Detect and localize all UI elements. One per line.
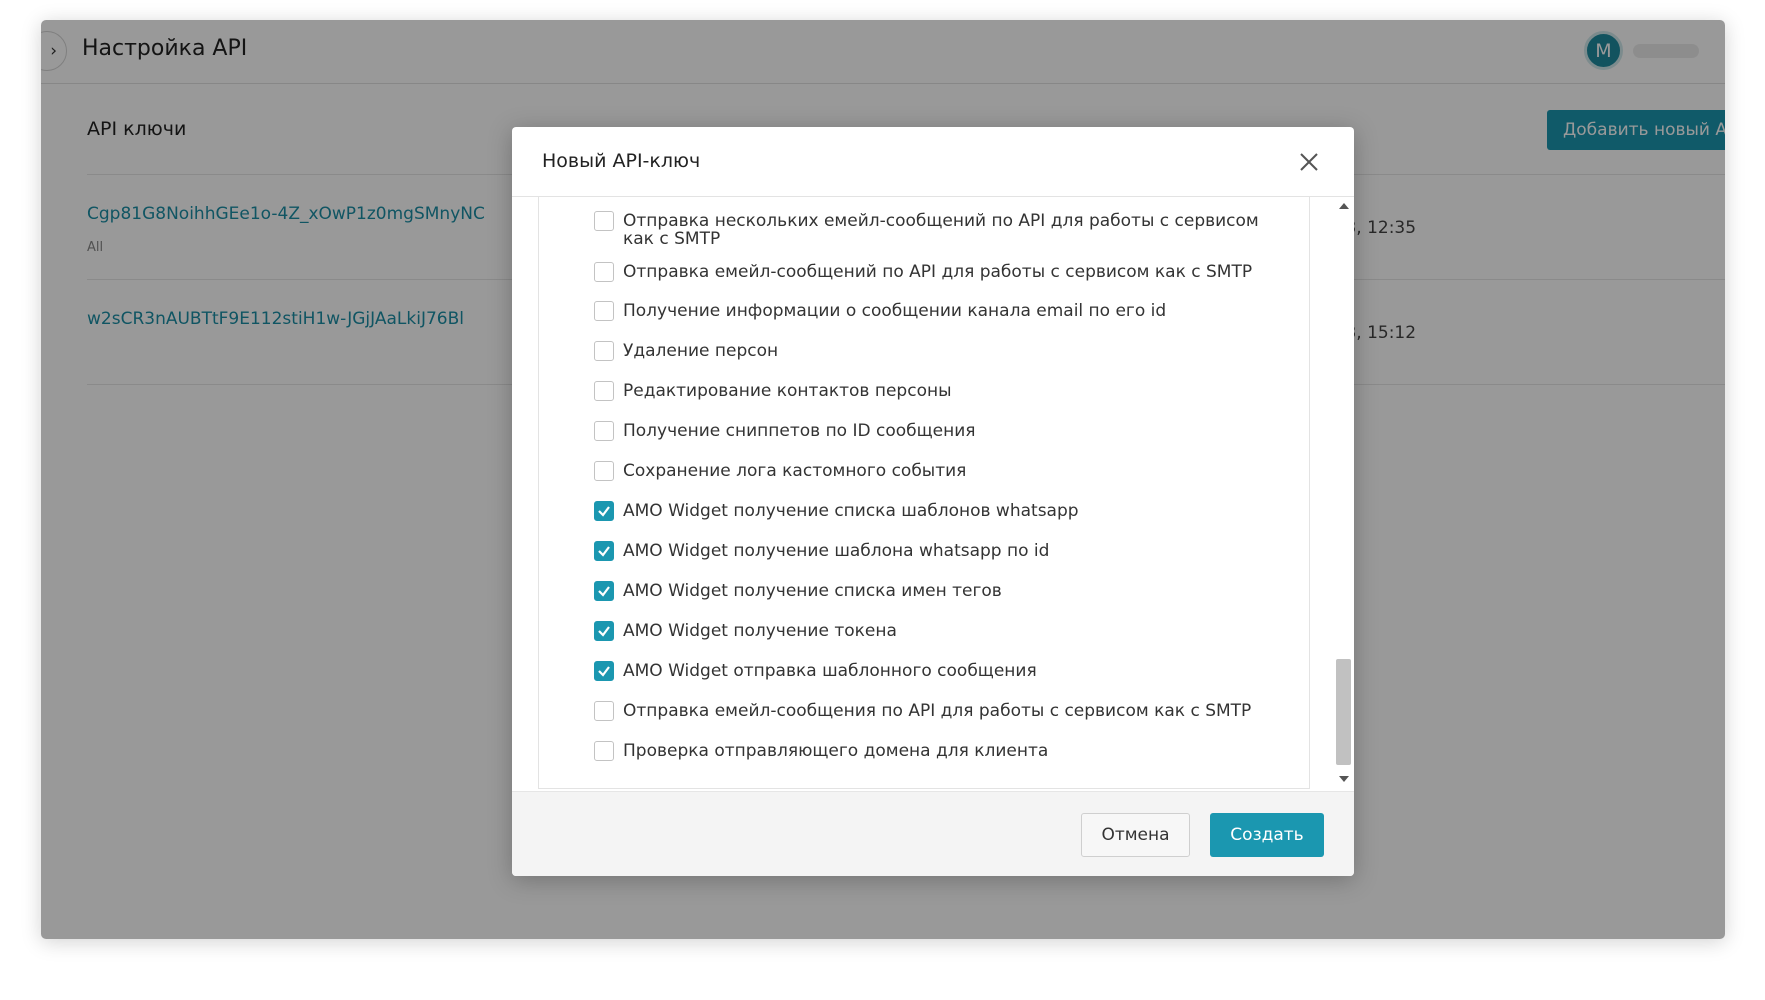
permission-label: Отправка нескольких емейл-сообщений по A…: [623, 211, 1259, 249]
permission-label: Проверка отправляющего домена для клиент…: [623, 741, 1049, 761]
checkbox-checked[interactable]: [594, 661, 614, 681]
permission-item[interactable]: Отправка емейл-сообщения по API для рабо…: [594, 699, 1294, 723]
permission-item[interactable]: Сохранение лога кастомного события: [594, 459, 1294, 483]
permission-item[interactable]: AMO Widget получение списка имен тегов: [594, 579, 1294, 603]
checkmark-icon: [598, 626, 610, 637]
permission-item[interactable]: Получение информации о сообщении канала …: [594, 299, 1294, 323]
checkmark-icon: [598, 666, 610, 677]
checkmark-icon: [598, 586, 610, 597]
permission-item[interactable]: AMO Widget получение списка шаблонов wha…: [594, 499, 1294, 523]
permission-label: Редактирование контактов персоны: [623, 381, 952, 401]
checkbox-unchecked[interactable]: [594, 341, 614, 361]
modal-footer: Отмена Создать: [512, 791, 1354, 876]
checkmark-icon: [598, 506, 610, 517]
permission-item[interactable]: Редактирование контактов персоны: [594, 379, 1294, 403]
app-window: › Настройка API M API ключи Добавить нов…: [41, 20, 1725, 939]
checkbox-unchecked[interactable]: [594, 461, 614, 481]
checkbox-unchecked[interactable]: [594, 701, 614, 721]
checkbox-unchecked[interactable]: [594, 741, 614, 761]
permission-label: Получение сниппетов по ID сообщения: [623, 421, 976, 441]
permission-label: AMO Widget получение списка шаблонов wha…: [623, 501, 1079, 521]
scroll-up-arrow-icon[interactable]: [1339, 203, 1349, 209]
checkbox-checked[interactable]: [594, 501, 614, 521]
close-icon: [1300, 153, 1318, 171]
scroll-down-arrow-icon[interactable]: [1339, 776, 1349, 782]
modal-close-button[interactable]: [1295, 148, 1323, 176]
permission-label: AMO Widget получение шаблона whatsapp по…: [623, 541, 1050, 561]
permission-item[interactable]: Получение сниппетов по ID сообщения: [594, 419, 1294, 443]
permission-label: Отправка емейл-сообщения по API для рабо…: [623, 701, 1252, 721]
modal-header: Новый API-ключ: [512, 127, 1354, 197]
new-api-key-modal: Новый API-ключ Отправка нескольких емейл…: [512, 127, 1354, 876]
permission-item[interactable]: Отправка нескольких емейл-сообщений по A…: [594, 209, 1294, 248]
permission-label: AMO Widget получение токена: [623, 621, 897, 641]
cancel-button[interactable]: Отмена: [1081, 813, 1190, 857]
permission-item[interactable]: Проверка отправляющего домена для клиент…: [594, 739, 1294, 763]
checkbox-unchecked[interactable]: [594, 381, 614, 401]
checkbox-unchecked[interactable]: [594, 262, 614, 282]
permission-item[interactable]: Удаление персон: [594, 339, 1294, 363]
permission-label: Отправка емейл-сообщений по API для рабо…: [623, 262, 1253, 282]
checkbox-unchecked[interactable]: [594, 211, 614, 231]
checkbox-checked[interactable]: [594, 621, 614, 641]
checkbox-checked[interactable]: [594, 581, 614, 601]
permission-item[interactable]: Отправка емейл-сообщений по API для рабо…: [594, 260, 1294, 284]
permission-item[interactable]: AMO Widget отправка шаблонного сообщения: [594, 659, 1294, 683]
scroll-thumb[interactable]: [1336, 659, 1351, 765]
permission-label: AMO Widget отправка шаблонного сообщения: [623, 661, 1037, 681]
checkbox-unchecked[interactable]: [594, 301, 614, 321]
create-button[interactable]: Создать: [1210, 813, 1324, 857]
checkbox-unchecked[interactable]: [594, 421, 614, 441]
checkbox-checked[interactable]: [594, 541, 614, 561]
permission-label: Получение информации о сообщении канала …: [623, 301, 1167, 321]
checkmark-icon: [598, 546, 610, 557]
permission-label: AMO Widget получение списка имен тегов: [623, 581, 1002, 601]
permission-label: Удаление персон: [623, 341, 779, 361]
permissions-list: Отправка нескольких емейл-сообщений по A…: [538, 197, 1310, 789]
permission-item[interactable]: AMO Widget получение токена: [594, 619, 1294, 643]
scrollbar[interactable]: [1334, 199, 1354, 789]
permission-label: Сохранение лога кастомного события: [623, 461, 967, 481]
modal-title: Новый API-ключ: [542, 150, 701, 172]
permission-item[interactable]: AMO Widget получение шаблона whatsapp по…: [594, 539, 1294, 563]
